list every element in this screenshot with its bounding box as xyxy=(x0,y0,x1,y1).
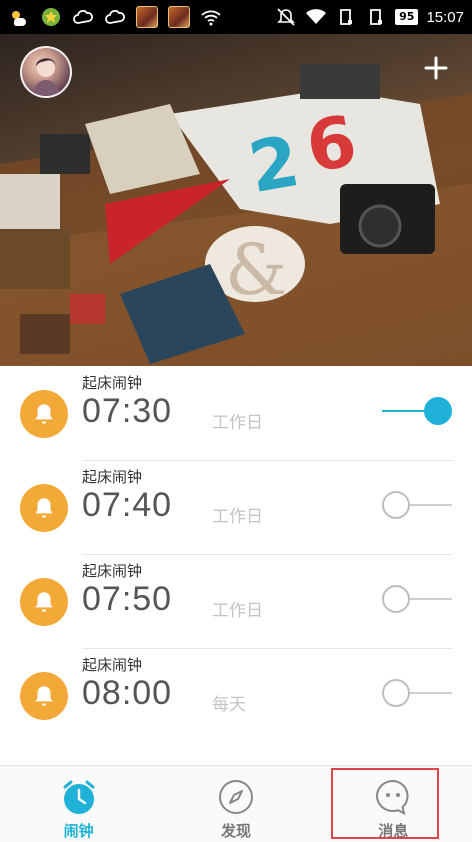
alarm-repeat: 每天 xyxy=(212,695,246,715)
alarm-name: 起床闹钟 xyxy=(82,374,143,392)
bell-icon xyxy=(20,390,68,438)
bell-icon xyxy=(20,578,68,626)
battery-level: 95 xyxy=(395,9,419,25)
alarm-repeat: 工作日 xyxy=(212,601,263,621)
bottom-navigation: 闹钟 发现 消息 xyxy=(0,765,472,842)
cloud-icon xyxy=(104,7,126,27)
app-notification-icon xyxy=(40,7,62,27)
svg-text:&: & xyxy=(225,229,287,311)
tab-messages[interactable]: 消息 xyxy=(315,766,472,842)
bell-icon xyxy=(20,672,68,720)
tab-alarm-label: 闹钟 xyxy=(63,822,94,840)
alarm-toggle[interactable] xyxy=(382,396,452,426)
plus-icon xyxy=(424,56,448,80)
alarm-item[interactable]: 起床闹钟 08:00 每天 xyxy=(0,648,472,742)
alarm-item[interactable]: 起床闹钟 07:50 工作日 xyxy=(0,554,472,648)
weather-icon xyxy=(8,7,30,27)
chat-bubble-icon xyxy=(374,778,412,816)
signal-icon xyxy=(335,7,357,27)
user-avatar[interactable] xyxy=(20,46,72,98)
tab-alarm[interactable]: 闹钟 xyxy=(0,766,157,842)
status-bar: 95 15:07 xyxy=(0,0,472,34)
alarm-item[interactable]: 起床闹钟 07:30 工作日 xyxy=(0,366,472,460)
game-notification-icon xyxy=(136,6,158,28)
alarm-toggle[interactable] xyxy=(382,678,452,708)
alarm-toggle[interactable] xyxy=(382,584,452,614)
mute-icon xyxy=(275,7,297,27)
tab-discover-label: 发现 xyxy=(220,822,251,840)
alarm-name: 起床闹钟 xyxy=(82,468,143,486)
add-alarm-button[interactable] xyxy=(420,52,452,84)
alarm-time: 07:40 xyxy=(82,486,173,524)
compass-icon xyxy=(217,778,255,816)
game-notification-icon xyxy=(168,6,190,28)
alarm-clock-icon xyxy=(60,778,98,816)
alarm-time: 07:30 xyxy=(82,392,173,430)
alarm-item[interactable]: 起床闹钟 07:40 工作日 xyxy=(0,460,472,554)
tab-discover[interactable]: 发现 xyxy=(157,766,314,842)
alarm-repeat: 工作日 xyxy=(212,413,263,433)
cloud-icon xyxy=(72,7,94,27)
alarm-repeat: 工作日 xyxy=(212,507,263,527)
wifi-icon xyxy=(305,7,327,27)
signal-icon xyxy=(365,7,387,27)
bell-icon xyxy=(20,484,68,532)
header-banner: 2 6 & xyxy=(0,34,472,366)
alarm-toggle[interactable] xyxy=(382,490,452,520)
alarm-name: 起床闹钟 xyxy=(82,656,143,674)
alarm-time: 08:00 xyxy=(82,674,173,712)
wifi-icon xyxy=(200,7,222,27)
clock-time: 15:07 xyxy=(426,8,464,26)
alarm-name: 起床闹钟 xyxy=(82,562,143,580)
banner-image: 2 6 & xyxy=(0,64,472,366)
alarm-time: 07:50 xyxy=(82,580,173,618)
tab-messages-label: 消息 xyxy=(378,822,409,840)
alarm-list: 起床闹钟 07:30 工作日 起床闹钟 07:40 工作日 起床闹钟 07:50… xyxy=(0,366,472,742)
